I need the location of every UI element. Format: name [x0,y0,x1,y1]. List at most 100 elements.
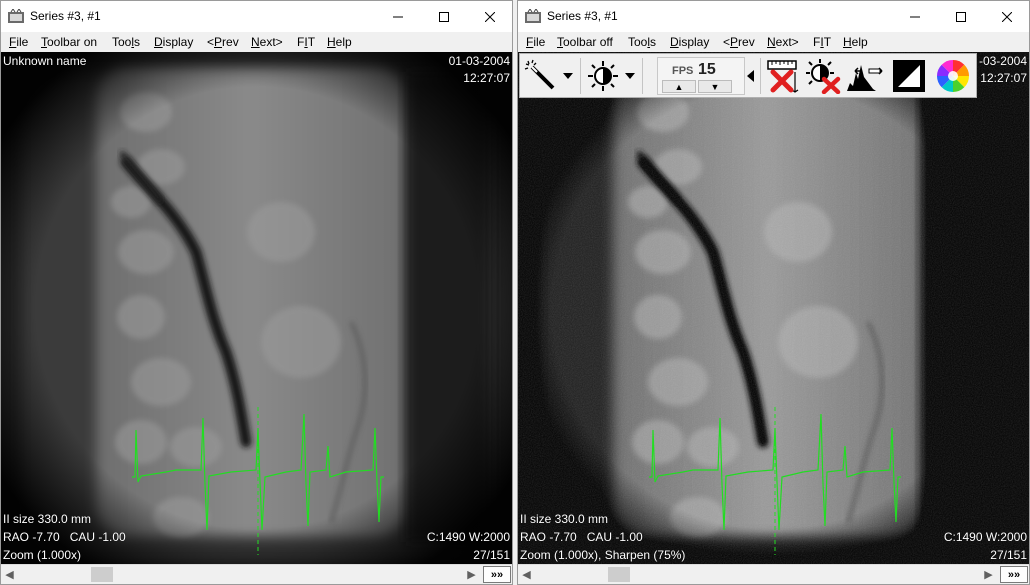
patient-name: Unknown name [3,54,87,68]
menu-tools-rest: s [650,35,657,49]
menu-toolbar-on[interactable]: Toolbar on [41,35,97,49]
close-button[interactable] [467,1,512,32]
ii-size: II size 330.0 mm [520,512,609,526]
menu-fit[interactable]: FIT [813,35,831,49]
magic-wand-dropdown[interactable] [560,57,576,95]
angiography-image-sharpened [518,52,1029,564]
menu-prev-rest: rev [738,35,755,49]
menu-tools-prefix: Too [112,35,132,49]
scroll-left-arrow-icon[interactable]: ◀ [518,565,535,584]
horizontal-scrollbar[interactable]: ◀ ▶ »» [518,564,1029,584]
color-palette-button[interactable] [934,57,972,95]
invert-button[interactable] [890,57,928,95]
menu-help[interactable]: Help [327,35,352,49]
study-date: 01-03-2004 [448,54,510,68]
projection-angles: RAO -7.70 CAU -1.00 [3,530,126,544]
menu-prev-accelerator: P [214,35,223,49]
fps-decrease-button[interactable]: ▼ [698,80,732,93]
color-wheel-icon [937,60,969,92]
play-back-icon [746,70,754,82]
toolbar-separator [580,58,581,94]
histogram-icon [847,65,883,91]
menu-next-accelerator: N [767,35,776,49]
clear-measurements-button[interactable] [764,57,802,95]
maximize-icon [956,11,966,22]
maximize-button[interactable] [421,1,467,32]
brightness-reset-icon [806,59,841,94]
menu-display[interactable]: Display [154,35,193,49]
menu-display[interactable]: Display [670,35,709,49]
scroll-thumb[interactable] [608,567,630,582]
menu-tools[interactable]: Tools [628,35,656,49]
menu-prev-prefix: < [207,35,215,49]
play-back-button[interactable] [742,57,758,95]
brightness-contrast-icon [588,61,618,91]
image-viewport[interactable]: -03-2004 12:27:07 II size 330.0 mm RAO -… [518,52,1029,564]
invert-icon [893,60,925,92]
menu-prev[interactable]: <Prev [207,35,239,49]
menu-file[interactable]: File [526,35,545,49]
image-toolbar: FPS 15 ▲ ▼ [519,53,977,98]
magic-wand-button[interactable] [522,57,560,95]
menu-next-rest: ext> [259,35,283,49]
close-icon [1002,11,1012,22]
brightness-contrast-button[interactable] [584,57,622,95]
menu-help[interactable]: Help [843,35,868,49]
window-level: C:1490 W:2000 [943,530,1027,544]
minimize-icon [393,16,403,17]
viewer-window-original: Series #3, #1 File Toolbar on Tools Disp… [0,0,513,585]
fps-label: FPS [672,65,694,77]
menu-help-rest: elp [335,35,352,49]
dropdown-arrow-icon [563,73,573,79]
menu-prev[interactable]: <Prev [723,35,755,49]
menu-tools-prefix: Too [628,35,648,49]
fps-value: 15 [698,61,716,78]
title-bar[interactable]: Series #3, #1 [518,1,1029,32]
fps-increase-button[interactable]: ▲ [662,80,696,93]
menu-help-rest: elp [851,35,868,49]
fast-forward-button[interactable]: »» [483,566,511,583]
menu-next[interactable]: Next> [767,35,799,49]
menu-file-rest: ile [16,35,29,49]
menu-bar: File Toolbar off Tools Display <Prev Nex… [518,32,1029,52]
brightness-dropdown[interactable] [622,57,638,95]
histogram-button[interactable] [846,57,884,95]
ii-size: II size 330.0 mm [3,512,92,526]
minimize-button[interactable] [375,1,421,32]
reset-brightness-button[interactable] [804,57,842,95]
frame-counter: 27/151 [473,548,510,562]
menu-file-rest: ile [533,35,546,49]
minimize-icon [910,16,920,17]
horizontal-scrollbar[interactable]: ◀ ▶ »» [1,564,512,584]
menu-next[interactable]: Next> [251,35,283,49]
menu-file[interactable]: File [9,35,28,49]
viewer-window-sharpened: Series #3, #1 File Toolbar off Tools Dis… [517,0,1030,585]
menu-help-accelerator: H [327,35,336,49]
scroll-right-arrow-icon[interactable]: ▶ [980,565,997,584]
fast-forward-button[interactable]: »» [1000,566,1028,583]
menu-fit[interactable]: FIT [297,35,315,49]
menu-display-accelerator: D [154,35,163,49]
scroll-thumb[interactable] [91,567,113,582]
toolbar-separator [642,58,643,94]
angiography-image [1,52,512,564]
menu-fit-rest: T [823,35,832,49]
zoom-sharpen-level: Zoom (1.000x), Sharpen (75%) [520,548,686,562]
fps-control: FPS 15 ▲ ▼ [657,57,745,95]
frame-counter: 27/151 [990,548,1027,562]
study-time: 12:27:07 [463,71,510,85]
window-level: C:1490 W:2000 [426,530,510,544]
scroll-left-arrow-icon[interactable]: ◀ [1,565,18,584]
title-bar[interactable]: Series #3, #1 [1,1,512,32]
menu-toolbar-off[interactable]: Toolbar off [557,35,613,49]
menu-tools-rest: s [134,35,141,49]
window-title: Series #3, #1 [30,9,101,23]
menu-display-rest: isplay [162,35,194,49]
image-viewport[interactable]: Unknown name 01-03-2004 12:27:07 II size… [1,52,512,564]
scroll-right-arrow-icon[interactable]: ▶ [463,565,480,584]
menu-tools[interactable]: Tools [112,35,140,49]
menu-next-accelerator: N [251,35,260,49]
close-button[interactable] [984,1,1029,32]
maximize-button[interactable] [938,1,984,32]
minimize-button[interactable] [892,1,938,32]
